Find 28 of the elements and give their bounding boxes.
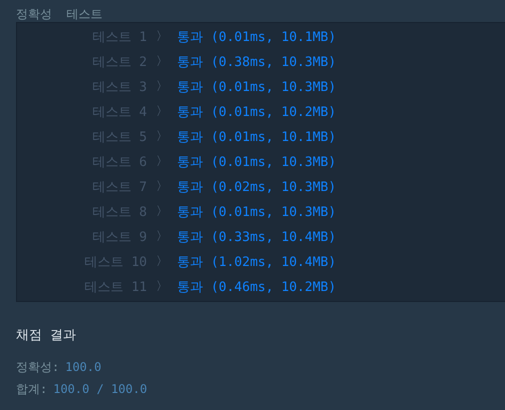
separator-icon: 〉: [147, 153, 177, 170]
test-result: 통과 (0.38ms, 10.3MB): [177, 54, 336, 70]
separator-icon: 〉: [147, 103, 177, 120]
test-result: 통과 (0.33ms, 10.4MB): [177, 228, 336, 246]
separator-icon: 〉: [147, 53, 177, 70]
separator-icon: 〉: [147, 28, 177, 45]
test-result: 통과 (0.01ms, 10.3MB): [177, 78, 336, 96]
summary-value: 100.0: [65, 359, 102, 376]
separator-icon: 〉: [147, 278, 177, 295]
separator-icon: 〉: [147, 203, 177, 220]
summary-value: 100.0 / 100.0: [53, 381, 148, 398]
separator-icon: 〉: [147, 128, 177, 145]
section-title: 정확성 테스트: [15, 6, 104, 22]
test-result: 통과 (0.01ms, 10.3MB): [177, 154, 336, 170]
summary-label: 정확성:: [16, 359, 60, 376]
test-result: 통과 (0.02ms, 10.3MB): [177, 178, 336, 196]
test-result: 통과 (0.01ms, 10.1MB): [177, 28, 336, 46]
separator-icon: 〉: [147, 78, 177, 95]
summary-title: 채점 결과: [16, 327, 77, 344]
separator-icon: 〉: [147, 178, 177, 195]
test-result: 통과 (0.01ms, 10.2MB): [177, 104, 336, 120]
test-result: 통과 (0.01ms, 10.3MB): [177, 204, 336, 220]
separator-icon: 〉: [147, 253, 177, 270]
test-result: 통과 (0.46ms, 10.2MB): [177, 278, 336, 296]
test-result: 통과 (1.02ms, 10.4MB): [177, 254, 336, 270]
summary-label: 합계:: [16, 381, 48, 398]
separator-icon: 〉: [147, 228, 177, 245]
test-result: 통과 (0.01ms, 10.1MB): [177, 128, 336, 146]
